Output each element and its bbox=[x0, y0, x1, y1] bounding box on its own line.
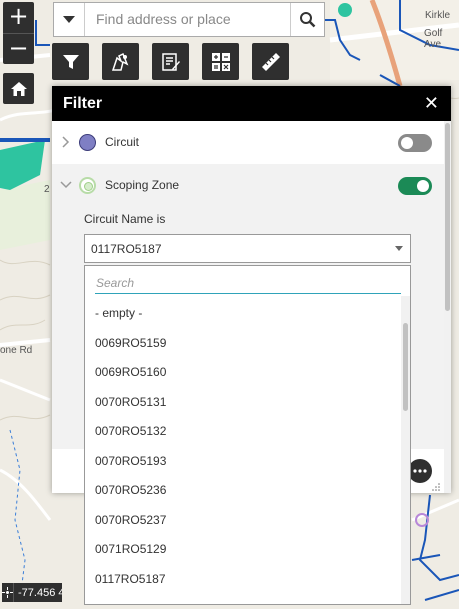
circuit-symbol-icon bbox=[79, 134, 96, 151]
home-icon bbox=[10, 81, 27, 96]
dropdown-options: - empty - 0069RO5159 0069RO5160 0070RO51… bbox=[85, 299, 403, 594]
filter-tool-button[interactable] bbox=[52, 43, 89, 80]
dropdown-search-input[interactable]: Search bbox=[95, 272, 401, 294]
crosshair-icon[interactable] bbox=[2, 583, 14, 602]
edit-icon bbox=[161, 52, 180, 71]
dropdown-option[interactable]: 0117RO5187 bbox=[85, 565, 403, 595]
resize-grip-icon[interactable] bbox=[432, 483, 440, 491]
expression-label: Circuit Name is bbox=[84, 212, 166, 226]
close-button[interactable]: ✕ bbox=[424, 94, 439, 113]
search-placeholder: Search bbox=[96, 276, 135, 290]
chevron-right-icon[interactable] bbox=[60, 134, 72, 150]
circuit-toggle[interactable] bbox=[398, 134, 432, 152]
filter-panel-header: Filter ✕ bbox=[52, 86, 451, 121]
caret-down-icon bbox=[395, 246, 403, 251]
map-label: 2 bbox=[44, 184, 50, 195]
search-source-button[interactable] bbox=[54, 3, 85, 36]
coordinate-text: -77.456 43.0 bbox=[18, 586, 62, 599]
dropdown-option[interactable]: - empty - bbox=[85, 299, 403, 329]
filter-icon bbox=[62, 54, 79, 69]
zoom-control: + − bbox=[3, 2, 34, 64]
draw-icon bbox=[111, 52, 128, 71]
dropdown-option[interactable]: 0071RO5129 bbox=[85, 535, 403, 565]
dropdown-option[interactable]: 0070RO5132 bbox=[85, 417, 403, 447]
layer-name: Scoping Zone bbox=[105, 178, 180, 192]
layer-name: Circuit bbox=[105, 135, 140, 149]
scoping-zone-symbol-icon bbox=[79, 177, 96, 194]
dropdown-option[interactable]: 0069RO5159 bbox=[85, 329, 403, 359]
map-label: one Rd bbox=[0, 345, 33, 356]
circuit-name-select[interactable]: 0117RO5187 bbox=[84, 234, 411, 263]
circuit-name-dropdown: Search - empty - 0069RO5159 0069RO5160 0… bbox=[84, 265, 411, 605]
panel-title: Filter bbox=[63, 94, 103, 112]
dropdown-option[interactable]: 0070RO5237 bbox=[85, 506, 403, 536]
search-bar: Find address or place bbox=[53, 2, 325, 37]
filter-layer-circuit[interactable]: Circuit bbox=[52, 121, 444, 164]
map-label: Kirkle bbox=[425, 10, 451, 21]
home-button[interactable] bbox=[3, 73, 34, 104]
calculator-tool-button[interactable] bbox=[202, 43, 239, 80]
coordinate-readout: -77.456 43.0 bbox=[2, 583, 62, 602]
scoping-zone-toggle[interactable] bbox=[398, 177, 432, 195]
zoom-out-button[interactable]: − bbox=[3, 33, 34, 64]
caret-down-icon bbox=[63, 15, 75, 23]
measure-tool-button[interactable] bbox=[252, 43, 289, 80]
panel-scrollbar[interactable] bbox=[444, 121, 451, 493]
dropdown-option[interactable]: 0070RO5236 bbox=[85, 476, 403, 506]
draw-tool-button[interactable] bbox=[102, 43, 139, 80]
search-icon bbox=[300, 12, 316, 28]
edit-tool-button[interactable] bbox=[152, 43, 189, 80]
filter-layer-scoping-zone[interactable]: Scoping Zone bbox=[52, 164, 444, 207]
zoom-in-button[interactable]: + bbox=[3, 2, 34, 33]
more-icon bbox=[413, 469, 427, 473]
dropdown-option[interactable]: 0070RO5193 bbox=[85, 447, 403, 477]
dropdown-scrollbar[interactable] bbox=[401, 296, 410, 604]
search-input[interactable]: Find address or place bbox=[85, 3, 290, 36]
calculator-icon bbox=[211, 52, 230, 71]
search-submit-button[interactable] bbox=[290, 3, 324, 36]
chevron-down-icon[interactable] bbox=[60, 177, 72, 193]
selected-value: 0117RO5187 bbox=[91, 242, 162, 256]
more-options-button[interactable] bbox=[408, 459, 432, 483]
map-label: Golf Ave bbox=[424, 28, 443, 50]
measure-icon bbox=[261, 52, 280, 71]
dropdown-option[interactable]: 0069RO5160 bbox=[85, 358, 403, 388]
dropdown-option[interactable]: 0070RO5131 bbox=[85, 388, 403, 418]
